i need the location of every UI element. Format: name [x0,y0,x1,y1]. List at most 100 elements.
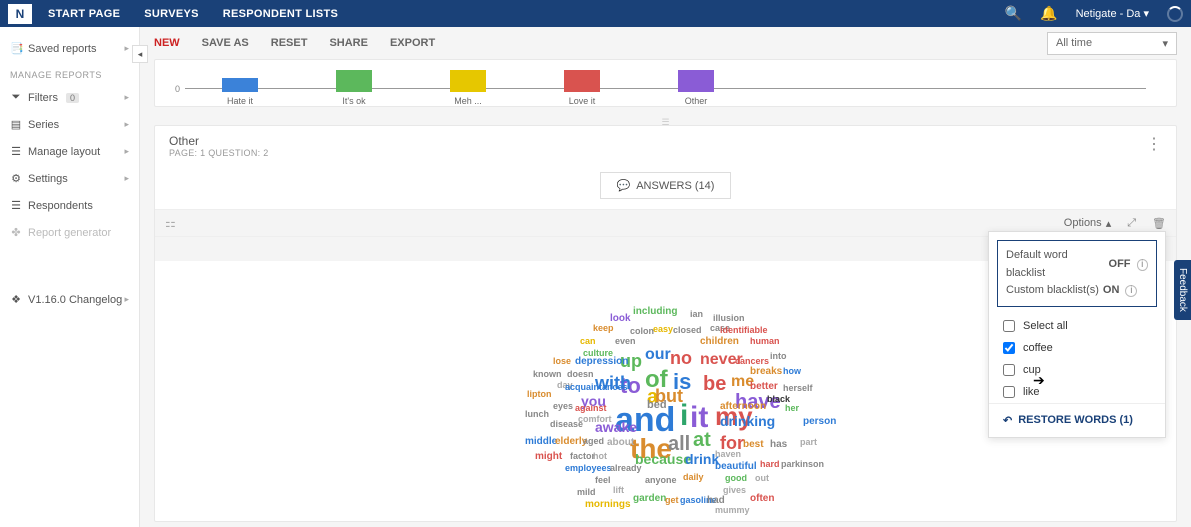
hidden-word-checkbox[interactable] [1003,386,1015,398]
word-about[interactable]: about [607,437,634,448]
word-because[interactable]: because [635,451,691,467]
hidden-word-row[interactable]: coffee [989,337,1165,359]
sidebar-saved-reports[interactable]: 📑Saved reports▸ [0,35,139,62]
word-mummy[interactable]: mummy [715,505,750,515]
word-human[interactable]: human [750,336,780,346]
word-beautiful[interactable]: beautiful [715,461,757,472]
word-colon[interactable]: colon [630,326,654,336]
word-lose[interactable]: lose [553,356,571,366]
nav-respondent-lists[interactable]: RESPONDENT LISTS [223,8,338,20]
word-easy[interactable]: easy [653,324,673,334]
select-all-checkbox[interactable] [1003,320,1015,332]
toolbar-share[interactable]: SHARE [329,37,368,49]
word-daily[interactable]: daily [683,472,704,482]
word-drinking[interactable]: drinking [720,413,775,429]
word-comfort[interactable]: comfort [578,414,612,424]
info-icon[interactable]: i [1137,259,1148,271]
word-might[interactable]: might [535,451,562,462]
time-range-select[interactable]: All time▾ [1047,32,1177,55]
word-breaks[interactable]: breaks [750,366,782,377]
bell-icon[interactable]: 🔔 [1040,5,1057,22]
word-has[interactable]: has [770,439,787,450]
word-parkinson[interactable]: parkinson [781,459,824,469]
hidden-word-checkbox[interactable] [1003,364,1015,376]
restore-words-button[interactable]: ↶ RESTORE WORDS (1) [989,403,1165,437]
word-haven[interactable]: haven [715,449,741,459]
word-bed[interactable]: bed [647,399,667,411]
bar-itsok[interactable]: It's ok [325,64,383,104]
word-eyes[interactable]: eyes [553,401,573,411]
hidden-word-row[interactable]: cup [989,359,1165,381]
word-already[interactable]: already [610,463,642,473]
info-icon[interactable]: i [1125,285,1137,297]
word-hard[interactable]: hard [760,459,780,469]
word-can[interactable]: can [580,336,596,346]
bar-meh[interactable]: Meh ... [439,64,497,104]
hidden-word-checkbox[interactable] [1003,342,1015,354]
word-children[interactable]: children [700,336,739,347]
word-aged[interactable]: aged [583,436,604,446]
word-middle[interactable]: middle [525,436,557,447]
answers-button[interactable]: 💬 ANSWERS (14) [600,172,732,199]
word-hot[interactable]: hot [593,451,607,461]
options-toggle[interactable]: Options ▴ [1064,217,1111,230]
nav-surveys[interactable]: SURVEYS [144,8,198,20]
word-even[interactable]: even [615,336,636,346]
sidebar-settings[interactable]: ⚙Settings▸ [0,165,139,192]
word-herself[interactable]: herself [783,383,813,393]
user-menu[interactable]: Netigate - Da ▾ [1076,7,1149,20]
toolbar-reset[interactable]: RESET [271,37,308,49]
feedback-tab[interactable]: Feedback [1174,260,1191,320]
word-anyone[interactable]: anyone [645,475,677,485]
word-gives[interactable]: gives [723,485,746,495]
toolbar-save-as[interactable]: SAVE AS [202,37,249,49]
sidebar-respondents[interactable]: ☰Respondents [0,192,139,219]
word-lift[interactable]: lift [613,485,624,495]
bar-loveit[interactable]: Love it [553,64,611,104]
sidebar-changelog[interactable]: ❖V1.16.0 Changelog▸ [0,286,139,313]
sidebar-filters[interactable]: ⏷Filters0▸ [0,84,139,111]
word-factor[interactable]: factor [570,451,595,461]
word-often[interactable]: often [750,493,774,504]
word-feel[interactable]: feel [595,475,611,485]
word-out[interactable]: out [755,473,769,483]
word-closed[interactable]: closed [673,325,702,335]
card-menu-icon[interactable]: ⋮ [1146,134,1162,154]
word-how[interactable]: how [783,366,801,376]
bar-hateit[interactable]: Hate it [211,64,269,104]
toolbar-export[interactable]: EXPORT [390,37,435,49]
expand-icon[interactable]: ⤢ [1127,217,1136,230]
drag-handle-icon[interactable]: ⚏ [165,216,176,230]
word-doesn[interactable]: doesn [567,369,594,379]
word-afternoon[interactable]: afternoon [720,401,766,412]
trash-icon[interactable]: 🗑 [1152,217,1166,230]
word-part[interactable]: part [800,437,817,447]
word-best[interactable]: best [743,439,764,450]
word-acquaintances[interactable]: acquaintances [565,382,628,392]
sidebar-collapse-button[interactable]: ◂ [132,45,148,63]
word-get[interactable]: get [665,495,679,505]
select-all-row[interactable]: Select all [989,315,1165,337]
word-keep[interactable]: keep [593,323,614,333]
sidebar-manage-layout[interactable]: ☰Manage layout▸ [0,138,139,165]
word-cancers[interactable]: cancers [735,356,769,366]
nav-start-page[interactable]: START PAGE [48,8,120,20]
word-lunch[interactable]: lunch [525,409,549,419]
word-better[interactable]: better [750,381,778,392]
word-ian[interactable]: ian [690,309,703,319]
word-no[interactable]: no [670,348,692,369]
word-lipton[interactable]: lipton [527,389,552,399]
sidebar-series[interactable]: ▤Series▸ [0,111,139,138]
word-employees[interactable]: employees [565,463,612,473]
word-known[interactable]: known [533,369,562,379]
word-illusion[interactable]: illusion [713,313,745,323]
word-mornings[interactable]: mornings [585,499,631,510]
logo[interactable]: N [8,4,32,24]
search-icon[interactable]: 🔍 [1005,5,1022,22]
word-identifiable[interactable]: identifiable [720,325,768,335]
word-good[interactable]: good [725,473,747,483]
word-garden[interactable]: garden [633,493,666,504]
hidden-word-row[interactable]: like [989,381,1165,403]
word-against[interactable]: against [575,403,607,413]
word-her[interactable]: her [785,403,799,413]
